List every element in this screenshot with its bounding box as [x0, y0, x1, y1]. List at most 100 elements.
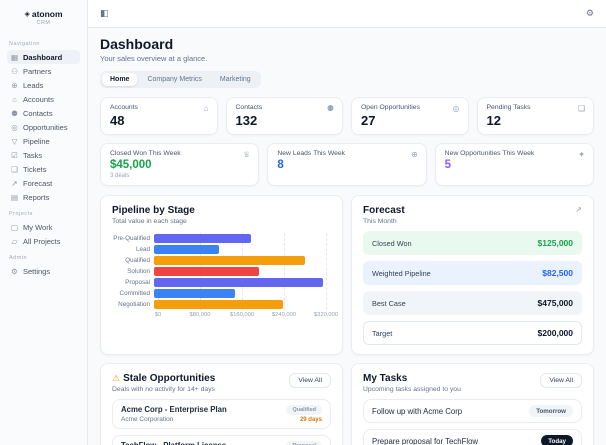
logo-icon: ◈ — [24, 11, 30, 18]
task-row[interactable]: Prepare proposal for TechFlow Today — [363, 429, 582, 445]
sidebar-item-label: Opportunities — [23, 122, 68, 132]
forecast-row-weighted-pipeline: Weighted Pipeline $82,500 — [363, 261, 582, 285]
chart-category-label: Committed — [119, 290, 150, 297]
card-new-leads-week: New Leads This Week 8 ⊕ — [267, 143, 427, 186]
view-all-button[interactable]: View All — [540, 373, 582, 388]
pipeline-icon: ▽ — [11, 136, 18, 146]
forecast-row-closed-won: Closed Won $125,000 — [363, 231, 582, 255]
sidebar-item-label: Contacts — [23, 108, 53, 118]
panel-title: My Tasks — [363, 373, 408, 384]
sidebar-toggle-icon[interactable]: ◧ — [100, 8, 109, 19]
task-name: Follow up with Acme Corp — [372, 406, 463, 416]
stat-label: Contacts — [235, 104, 263, 111]
sidebar-item-contacts[interactable]: ⚉ Contacts — [7, 106, 80, 120]
forecast-icon: ↗ — [11, 178, 18, 188]
due-badge: Today — [541, 435, 573, 445]
opportunities-icon: ◎ — [11, 122, 18, 132]
warning-icon: ⚠ — [112, 373, 121, 383]
panel-subtitle: Upcoming tasks assigned to you — [363, 386, 461, 393]
opportunity-company: Acme Corporation — [121, 416, 174, 423]
tab-company-metrics[interactable]: Company Metrics — [139, 73, 209, 86]
stat-label: Accounts — [110, 104, 138, 111]
stale-opportunity-row[interactable]: TechFlow - Platform License TechFlow Sol… — [112, 435, 331, 445]
partners-icon: ⚇ — [11, 66, 18, 76]
forecast-label: Weighted Pipeline — [372, 268, 431, 278]
main-area: ◧ ⚙ Dashboard Your sales overview at a g… — [88, 0, 606, 445]
card-label: New Opportunities This Week — [444, 150, 535, 157]
panel-title: Pipeline by Stage — [112, 205, 195, 216]
sidebar-item-label: Forecast — [23, 178, 53, 188]
chart-category-label: Pre-Qualified — [113, 235, 150, 242]
x-tick-label: $160,000 — [229, 312, 255, 318]
sidebar-item-settings[interactable]: ⚙ Settings — [7, 264, 80, 278]
sidebar-item-leads[interactable]: ⊕ Leads — [7, 78, 80, 92]
panel-title: Stale Opportunities — [123, 373, 216, 384]
card-value: 8 — [277, 159, 284, 171]
sidebar-item-tasks[interactable]: ☑ Tasks — [7, 148, 80, 162]
stat-value: 48 — [110, 113, 125, 128]
target-icon: ◎ — [452, 104, 460, 113]
tasks-icon: ☑ — [11, 150, 18, 160]
task-row[interactable]: Follow up with Acme Corp Tomorrow — [363, 399, 582, 423]
chart-row: Lead — [112, 244, 331, 255]
nav-section-label: Projects — [9, 211, 33, 217]
chart-row: Committed — [112, 288, 331, 299]
sidebar-item-label: Tickets — [23, 164, 47, 174]
forecast-row-target: Target $200,000 — [363, 321, 582, 345]
building-icon: ⌂ — [203, 104, 209, 113]
panel-subtitle: Deals with no activity for 14+ days — [112, 386, 215, 393]
forecast-panel: Forecast This Month ↗ Closed Won $125,00… — [351, 195, 594, 355]
forecast-label: Target — [372, 328, 393, 338]
pipeline-bar-qualified — [154, 256, 305, 265]
chart-category-label: Solution — [127, 268, 150, 275]
sparkles-icon: ✦ — [578, 150, 585, 159]
stale-opportunities-panel: ⚠ Stale Opportunities Deals with no acti… — [100, 363, 343, 445]
stat-card-open-opportunities: Open Opportunities 27 ◎ — [351, 97, 469, 135]
view-all-button[interactable]: View All — [289, 373, 331, 388]
middle-panels-row: Pipeline by Stage Total value in each st… — [100, 195, 594, 355]
stat-value: 27 — [361, 113, 376, 128]
tab-home[interactable]: Home — [102, 73, 138, 86]
forecast-row-best-case: Best Case $475,000 — [363, 291, 582, 315]
card-label: New Leads This Week — [277, 150, 346, 157]
page-subtitle: Your sales overview at a glance. — [100, 54, 208, 63]
sidebar-item-accounts[interactable]: ⌂ Accounts — [7, 92, 80, 106]
card-label: Closed Won This Week — [110, 150, 181, 157]
x-tick-label: $240,000 — [271, 312, 297, 318]
stat-value: 132 — [235, 113, 258, 128]
nav-section-label: Admin — [9, 255, 28, 261]
pipeline-by-stage-panel: Pipeline by Stage Total value in each st… — [100, 195, 343, 355]
stale-opportunity-row[interactable]: Acme Corp - Enterprise Plan Acme Corpora… — [112, 399, 331, 429]
stage-badge: Proposal — [286, 441, 322, 445]
chart-category-label: Negotiation — [118, 301, 150, 308]
clipboard-icon: ❏ — [577, 104, 585, 113]
app-logo: ◈ atonom CRM — [7, 7, 80, 34]
sidebar-item-reports[interactable]: ▤ Reports — [7, 190, 80, 204]
sidebar-item-label: Reports — [23, 192, 50, 202]
panel-subtitle: This Month — [363, 218, 397, 225]
forecast-value: $82,500 — [542, 268, 573, 278]
sidebar-item-pipeline[interactable]: ▽ Pipeline — [7, 134, 80, 148]
sidebar-item-all-projects[interactable]: ▱ All Projects — [7, 234, 80, 248]
tab-marketing[interactable]: Marketing — [212, 73, 259, 86]
chart-x-axis: $0 $80,000 $160,000 $240,000 $320,000 — [155, 310, 338, 320]
pipeline-bar-lead — [154, 245, 219, 254]
chart-row: Proposal — [112, 277, 331, 288]
forecast-label: Best Case — [372, 298, 406, 308]
card-new-opportunities-week: New Opportunities This Week 5 ✦ — [434, 143, 594, 186]
theme-toggle-icon[interactable]: ⚙ — [586, 8, 594, 19]
dashboard-icon: ▦ — [10, 52, 19, 62]
sidebar-item-label: Tasks — [23, 150, 43, 160]
sidebar-item-tickets[interactable]: ❏ Tickets — [7, 162, 80, 176]
sidebar-item-label: Leads — [23, 80, 44, 90]
forecast-value: $475,000 — [537, 298, 573, 308]
sidebar-item-dashboard[interactable]: ▦ Dashboard — [7, 50, 80, 64]
chart-row: Negotiation — [112, 299, 331, 310]
sidebar-item-my-work[interactable]: ▢ My Work — [7, 220, 80, 234]
highlight-cards-row: Closed Won This Week $45,000 3 deals ♕ N… — [100, 143, 594, 186]
sidebar-item-partners[interactable]: ⚇ Partners — [7, 64, 80, 78]
sidebar-item-opportunities[interactable]: ◎ Opportunities — [7, 120, 80, 134]
sidebar-item-forecast[interactable]: ↗ Forecast — [7, 176, 80, 190]
pipeline-bar-proposal — [154, 278, 324, 287]
pipeline-bar-pre-qualified — [154, 234, 251, 243]
